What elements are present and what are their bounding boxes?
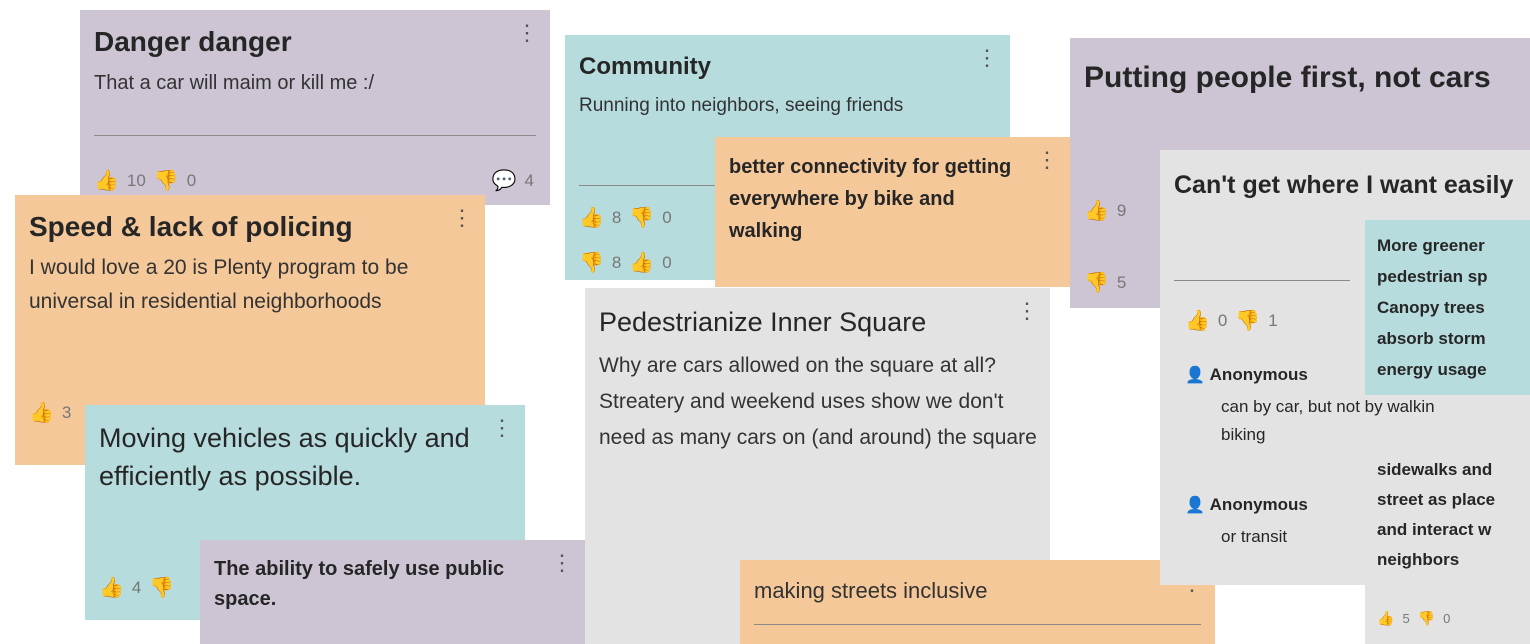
- card-line: More greener: [1377, 236, 1485, 255]
- card-line: neighbors: [1377, 550, 1460, 569]
- user-icon: 👤: [1185, 367, 1205, 384]
- thumbs-up-icon[interactable]: 👍: [29, 400, 54, 425]
- thumbs-up-icon[interactable]: 👍: [1185, 308, 1210, 333]
- more-vert-icon[interactable]: ⋮: [551, 550, 573, 576]
- like-count: 9: [1116, 200, 1127, 220]
- card-line: Canopy trees: [1377, 298, 1485, 317]
- card-title: Moving vehicles as quickly and efficient…: [99, 423, 470, 491]
- card-line: and interact w: [1377, 520, 1492, 539]
- thumbs-down-icon[interactable]: 👎: [1418, 610, 1435, 627]
- thumbs-up-icon[interactable]: 👍: [1377, 610, 1394, 627]
- thumbs-down-icon[interactable]: 👎: [1235, 308, 1260, 333]
- thumbs-down-icon[interactable]: 👎: [629, 205, 654, 230]
- comment-count: 4: [524, 170, 534, 190]
- divider: [754, 624, 1201, 625]
- card-line: sidewalks and: [1377, 460, 1493, 479]
- like-count: 3: [61, 402, 72, 422]
- like-count: 8: [611, 207, 622, 227]
- like-count: 5: [1402, 611, 1410, 626]
- user-icon: 👤: [1185, 497, 1205, 514]
- like-count: 10: [126, 170, 146, 190]
- card-title: Community: [579, 53, 711, 80]
- card-greener[interactable]: More greener pedestrian sp Canopy trees …: [1365, 220, 1530, 395]
- vote-bar: 👍 9: [1084, 198, 1126, 223]
- thumbs-up-icon[interactable]: 👍: [1084, 198, 1109, 223]
- card-line: energy usage: [1377, 360, 1487, 379]
- card-title: Pedestrianize Inner Square: [599, 307, 927, 337]
- comment-text-2: biking: [1221, 425, 1266, 444]
- thumbs-down-icon[interactable]: 👎: [579, 250, 604, 275]
- more-vert-icon[interactable]: ⋮: [976, 45, 998, 71]
- vote-bar: 👍 0 👎 1: [1185, 308, 1278, 333]
- vote-bar: 👍 8 👎 0: [579, 205, 672, 230]
- more-vert-icon[interactable]: ⋮: [1016, 298, 1038, 324]
- comment-text: or transit: [1221, 527, 1288, 546]
- like-count: 0: [662, 252, 672, 272]
- card-sidewalks[interactable]: sidewalks and street as place and intera…: [1365, 445, 1530, 644]
- thumbs-down-icon[interactable]: 👎: [149, 575, 174, 600]
- card-danger[interactable]: Danger danger That a car will maim or ki…: [80, 10, 550, 205]
- card-body: Why are cars allowed on the square at al…: [599, 354, 1037, 449]
- vote-bar: 👍 4 👎: [99, 575, 174, 600]
- thumbs-up-icon[interactable]: 👍: [99, 575, 124, 600]
- like-count: 0: [1217, 310, 1228, 330]
- comment-text: can by car, but not by walkin: [1221, 397, 1435, 416]
- vote-bar-2: 👎 5: [1084, 270, 1126, 295]
- thumbs-up-icon[interactable]: 👍: [579, 205, 604, 230]
- more-vert-icon[interactable]: ⋮: [491, 415, 513, 441]
- divider: [1174, 280, 1350, 281]
- comment-author: Anonymous: [1209, 495, 1308, 514]
- comment-icon[interactable]: 💬: [492, 168, 517, 193]
- card-body: I would love a 20 is Plenty program to b…: [29, 256, 409, 313]
- vote-bar: 👍 10 👎 0 💬 4: [94, 168, 534, 193]
- card-title: Speed & lack of policing: [29, 211, 353, 242]
- dislike-count: 0: [1443, 611, 1451, 626]
- card-title: better connectivity for getting everywhe…: [729, 156, 1012, 242]
- dislike-count: 8: [611, 252, 622, 272]
- thumbs-up-icon[interactable]: 👍: [629, 250, 654, 275]
- card-title: Putting people first, not cars: [1084, 61, 1491, 94]
- thumbs-up-icon[interactable]: 👍: [94, 168, 119, 193]
- comment-author: Anonymous: [1209, 365, 1308, 384]
- card-title: Can't get where I want easily: [1174, 171, 1514, 199]
- card-title: Danger danger: [94, 26, 292, 57]
- card-line: street as place: [1377, 490, 1496, 509]
- card-body: Running into neighbors, seeing friends: [579, 95, 904, 116]
- comment: 👤 Anonymous or transit: [1185, 495, 1308, 547]
- card-body: That a car will maim or kill me :/: [94, 72, 375, 94]
- dislike-count: 5: [1116, 272, 1127, 292]
- dislike-count: 0: [662, 207, 672, 227]
- card-line: pedestrian sp: [1377, 267, 1488, 286]
- card-connectivity[interactable]: better connectivity for getting everywhe…: [715, 137, 1070, 287]
- more-vert-icon[interactable]: ⋮: [1036, 147, 1058, 173]
- card-title: The ability to safely use public space.: [214, 558, 505, 610]
- card-line: absorb storm: [1377, 329, 1486, 348]
- card-inclusive[interactable]: making streets inclusive ⋮: [740, 560, 1215, 644]
- dislike-count: 0: [186, 170, 197, 190]
- more-vert-icon[interactable]: ⋮: [516, 20, 538, 46]
- card-ability[interactable]: The ability to safely use public space. …: [200, 540, 585, 644]
- vote-bar: 👍 3: [29, 400, 71, 425]
- vote-bar: 👍 5 👎 0: [1377, 610, 1450, 627]
- more-vert-icon[interactable]: ⋮: [451, 205, 473, 231]
- card-title: making streets inclusive: [754, 578, 988, 603]
- divider: [94, 135, 536, 136]
- thumbs-down-icon[interactable]: 👎: [1084, 270, 1109, 295]
- thumbs-down-icon[interactable]: 👎: [154, 168, 179, 193]
- dislike-count: 1: [1268, 310, 1278, 330]
- vote-bar-2: 👎 8 👍 0: [579, 250, 672, 275]
- like-count: 4: [131, 577, 142, 597]
